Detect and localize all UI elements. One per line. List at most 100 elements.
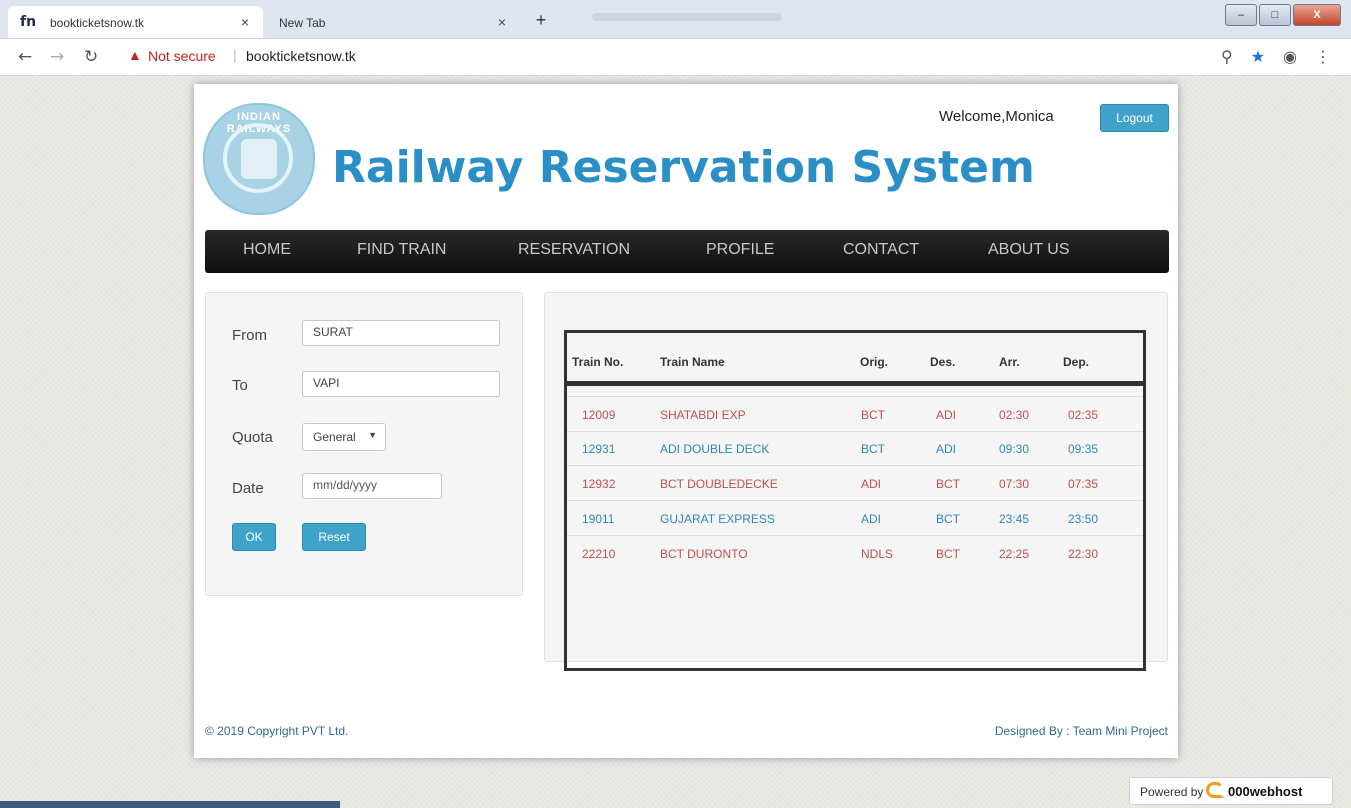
- cell-train-no: 19011: [582, 512, 615, 526]
- emblem-icon: [241, 139, 277, 179]
- nav-profile[interactable]: PROFILE: [706, 241, 774, 259]
- cell-train-name: GUJARAT EXPRESS: [660, 512, 775, 526]
- tab-title: New Tab: [279, 16, 326, 30]
- new-tab-button[interactable]: +: [530, 10, 552, 32]
- tab-bookticketsnow[interactable]: fn bookticketsnow.tk ×: [8, 6, 263, 38]
- quota-selected: General: [313, 430, 356, 444]
- table-header: Train No. Train Name Orig. Des. Arr. Dep…: [567, 333, 1143, 386]
- cell-des: BCT: [936, 512, 960, 526]
- nav-find-train[interactable]: FIND TRAIN: [357, 241, 446, 259]
- nav-home[interactable]: HOME: [243, 241, 291, 259]
- date-label: Date: [232, 480, 264, 497]
- cell-train-no: 22210: [582, 547, 616, 561]
- cell-arr: 09:30: [999, 442, 1030, 456]
- forward-arrow-icon[interactable]: →: [50, 47, 64, 67]
- header-des: Des.: [930, 355, 956, 369]
- account-icon[interactable]: ◉: [1283, 47, 1297, 66]
- cell-orig: NDLS: [861, 547, 894, 561]
- cell-train-name: BCT DURONTO: [660, 547, 748, 561]
- page-title: Railway Reservation System: [332, 142, 1035, 193]
- reload-icon[interactable]: ↻: [84, 47, 98, 67]
- dropdown-arrow-icon: ▼: [368, 430, 377, 440]
- copyright-text: © 2019 Copyright PVT Ltd.: [205, 724, 349, 738]
- header-orig: Orig.: [860, 355, 889, 369]
- browser-tab-strip: fn bookticketsnow.tk × New Tab × + – □ X: [0, 0, 1351, 39]
- train-results-table: Train No. Train Name Orig. Des. Arr. Dep…: [564, 330, 1146, 671]
- header-train-no: Train No.: [572, 355, 624, 369]
- cell-des: ADI: [936, 442, 957, 456]
- cell-dep: 22:30: [1068, 547, 1099, 561]
- main-nav: HOME FIND TRAIN RESERVATION PROFILE CONT…: [205, 230, 1169, 273]
- header-dep: Dep.: [1063, 355, 1090, 369]
- cell-dep: 02:35: [1068, 408, 1099, 422]
- table-row[interactable]: 12009 SHATABDI EXP BCT ADI 02:30 02:35: [567, 396, 1143, 432]
- indian-railways-logo: INDIAN RAILWAYS: [203, 103, 315, 215]
- close-tab-icon[interactable]: ×: [241, 14, 249, 30]
- search-form: From SURAT To VAPI Quota General ▼ Date …: [205, 292, 523, 596]
- toolbar-icons: ⚲ ★ ◉ ⋮: [1221, 47, 1331, 66]
- cell-train-no: 12009: [582, 408, 616, 422]
- date-input[interactable]: mm/dd/yyyy: [302, 473, 442, 499]
- header-train-name: Train Name: [660, 355, 725, 369]
- to-label: To: [232, 377, 248, 394]
- nav-reservation[interactable]: RESERVATION: [518, 241, 630, 259]
- designed-by-text: Designed By : Team Mini Project: [994, 724, 1168, 738]
- back-arrow-icon[interactable]: ←: [18, 47, 32, 67]
- table-row[interactable]: 12932 BCT DOUBLEDECKE ADI BCT 07:30 07:3…: [567, 466, 1143, 501]
- welcome-text: Welcome,Monica: [939, 108, 1054, 125]
- results-panel: Train No. Train Name Orig. Des. Arr. Dep…: [544, 292, 1168, 671]
- minimize-button[interactable]: –: [1225, 4, 1257, 26]
- reset-button[interactable]: Reset: [302, 523, 366, 551]
- cell-train-no: 12932: [582, 477, 616, 491]
- cell-train-name: ADI DOUBLE DECK: [660, 442, 770, 456]
- fn-favicon-icon: fn: [20, 14, 37, 30]
- url-text[interactable]: bookticketsnow.tk: [246, 48, 356, 64]
- os-taskbar: [0, 801, 340, 808]
- header-arr: Arr.: [999, 355, 1020, 369]
- close-tab-icon[interactable]: ×: [498, 14, 506, 30]
- close-window-button[interactable]: X: [1293, 4, 1341, 26]
- warning-triangle-icon[interactable]: ▲: [128, 47, 142, 63]
- table-row[interactable]: 12931 ADI DOUBLE DECK BCT ADI 09:30 09:3…: [567, 431, 1143, 466]
- cell-orig: ADI: [861, 477, 882, 491]
- cell-train-no: 12931: [582, 442, 616, 456]
- cell-des: ADI: [936, 408, 957, 422]
- ok-button[interactable]: OK: [232, 523, 276, 551]
- powered-by-label: Powered by: [1140, 785, 1204, 799]
- cell-train-name: SHATABDI EXP: [660, 408, 746, 422]
- maximize-button[interactable]: □: [1259, 4, 1291, 26]
- table-row[interactable]: 22210 BCT DURONTO NDLS BCT 22:25 22:30: [567, 536, 1143, 570]
- cell-dep: 07:35: [1068, 477, 1099, 491]
- logout-button[interactable]: Logout: [1100, 104, 1169, 132]
- webhost-logo-icon: [1206, 782, 1224, 798]
- quota-select[interactable]: General ▼: [302, 423, 386, 451]
- address-bar[interactable]: ▲ Not secure | bookticketsnow.tk: [118, 44, 1198, 70]
- address-separator: |: [233, 47, 237, 63]
- to-input[interactable]: VAPI: [302, 371, 500, 397]
- security-status[interactable]: Not secure: [148, 48, 216, 64]
- tab-new-tab[interactable]: New Tab ×: [265, 6, 520, 38]
- from-input[interactable]: SURAT: [302, 320, 500, 346]
- menu-kebab-icon[interactable]: ⋮: [1315, 47, 1331, 66]
- table-row[interactable]: 19011 GUJARAT EXPRESS ADI BCT 23:45 23:5…: [567, 501, 1143, 536]
- cell-dep: 23:50: [1068, 512, 1099, 526]
- zoom-icon[interactable]: ⚲: [1221, 47, 1233, 66]
- cell-orig: BCT: [861, 408, 885, 422]
- cell-train-name: BCT DOUBLEDECKE: [660, 477, 778, 491]
- bookmark-star-icon[interactable]: ★: [1251, 47, 1265, 66]
- powered-by-badge[interactable]: Powered by 000webhost: [1129, 777, 1333, 805]
- cell-des: BCT: [936, 477, 960, 491]
- cell-arr: 23:45: [999, 512, 1030, 526]
- powered-brand: 000webhost: [1228, 784, 1303, 799]
- nav-about-us[interactable]: ABOUT US: [988, 241, 1070, 259]
- cell-des: BCT: [936, 547, 960, 561]
- cell-orig: BCT: [861, 442, 885, 456]
- quota-label: Quota: [232, 429, 273, 446]
- blurred-background-window: [592, 13, 782, 21]
- browser-toolbar: ← → ↻ ▲ Not secure | bookticketsnow.tk ⚲…: [0, 39, 1351, 76]
- window-controls: – □ X: [1223, 4, 1341, 26]
- nav-contact[interactable]: CONTACT: [843, 241, 919, 259]
- cell-orig: ADI: [861, 512, 882, 526]
- from-label: From: [232, 327, 267, 344]
- cell-arr: 02:30: [999, 408, 1030, 422]
